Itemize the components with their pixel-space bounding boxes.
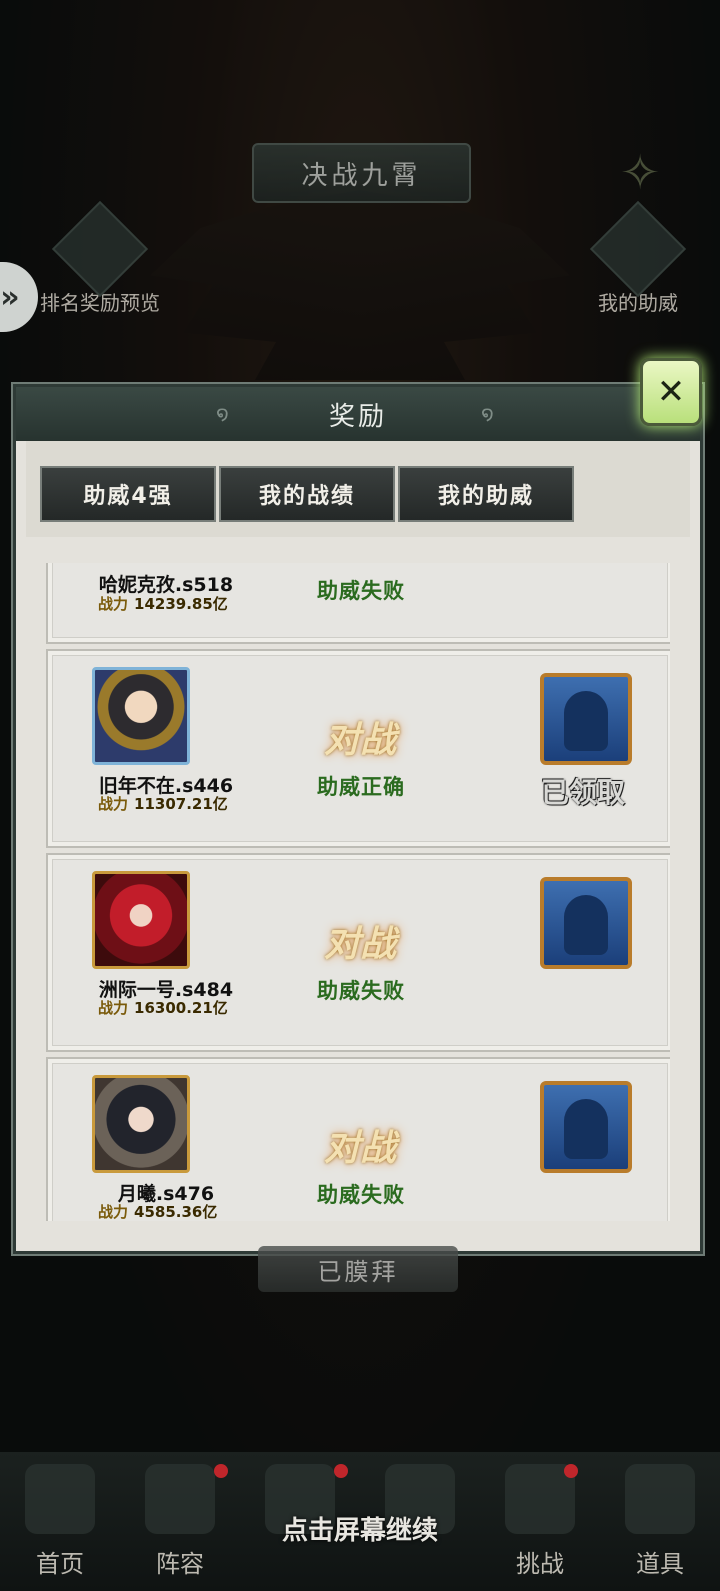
- player-avatar[interactable]: [92, 667, 190, 765]
- notification-dot: [564, 1464, 578, 1478]
- nav-label: 挑战: [516, 1550, 564, 1578]
- power-value: 14239.85亿: [134, 595, 228, 613]
- power-label: 战力: [98, 999, 129, 1017]
- cheer-result: 助威正确: [317, 775, 405, 799]
- player-power: 战力 16300.21亿: [98, 997, 288, 1018]
- reward-modal: ໑ 奖励 ໑ 助威4强 我的战绩 我的助威 哈妮克孜.s518 战力 14239.…: [13, 384, 703, 1254]
- notification-dot: [334, 1464, 348, 1478]
- avatar-frame-icon: [564, 691, 608, 751]
- tap-to-continue-hint[interactable]: 点击屏幕继续: [240, 1510, 480, 1547]
- venerate-button[interactable]: 已膜拜: [258, 1246, 458, 1292]
- nav-label: 阵容: [156, 1550, 204, 1578]
- player-power: 战力 14239.85亿: [98, 593, 288, 614]
- notification-dot: [214, 1464, 228, 1478]
- player-avatar[interactable]: [92, 871, 190, 969]
- chest-icon: [51, 200, 149, 298]
- power-label: 战力: [98, 595, 129, 613]
- player-power: 战力 11307.21亿: [98, 793, 288, 814]
- cheer-result: 助威失败: [317, 1183, 405, 1207]
- tab-my-record[interactable]: 我的战绩: [219, 466, 395, 522]
- list-item: 月曦.s476 战力 4585.36亿 对战 助威失败: [46, 1057, 670, 1221]
- nav-items[interactable]: 道具: [600, 1452, 720, 1591]
- power-value: 11307.21亿: [134, 795, 228, 813]
- rank-reward-preview-button[interactable]: 排名奖励预览: [40, 200, 160, 316]
- power-label: 战力: [98, 1203, 129, 1221]
- swirl-icon: ໑: [481, 401, 497, 425]
- close-icon: ✕: [656, 372, 686, 412]
- swirl-icon: ໑: [216, 401, 232, 425]
- result-list[interactable]: 哈妮克孜.s518 战力 14239.85亿 助威失败 旧年不在.s446 战力 1…: [46, 563, 670, 1221]
- vs-label: 对战: [323, 1127, 396, 1169]
- my-cheer-button[interactable]: 我的助威: [589, 200, 687, 316]
- cheer-result: 助威失败: [317, 979, 405, 1003]
- close-button[interactable]: ✕: [640, 358, 702, 426]
- nav-label: 首页: [36, 1550, 84, 1578]
- list-item: 洲际一号.s484 战力 16300.21亿 对战 助威失败: [46, 853, 670, 1052]
- vs-label: 对战: [323, 719, 396, 761]
- reward-item[interactable]: [540, 877, 632, 969]
- vs-label: 对战: [323, 923, 396, 965]
- avatar-frame-icon: [564, 1099, 608, 1159]
- reward-item[interactable]: [540, 1081, 632, 1173]
- cheer-result: 助威失败: [317, 579, 405, 603]
- reward-item[interactable]: [540, 673, 632, 765]
- claimed-status: 已领取: [540, 776, 625, 809]
- nav-label: 道具: [636, 1550, 684, 1578]
- bag-icon: [625, 1464, 695, 1534]
- power-label: 战力: [98, 795, 129, 813]
- home-icon: [25, 1464, 95, 1534]
- emblem-icon: ✧: [620, 145, 661, 201]
- power-value: 4585.36亿: [134, 1203, 218, 1221]
- flower-icon: [589, 200, 687, 298]
- nav-challenge[interactable]: 挑战: [480, 1452, 600, 1591]
- tab-my-cheer[interactable]: 我的助威: [398, 466, 574, 522]
- modal-title: 奖励: [328, 401, 387, 432]
- lineup-icon: [145, 1464, 215, 1534]
- player-avatar[interactable]: [92, 1075, 190, 1173]
- player-power: 战力 4585.36亿: [98, 1201, 288, 1221]
- page-title: 决战九霄: [252, 143, 471, 203]
- list-item: 旧年不在.s446 战力 11307.21亿 对战 助威正确 已领取: [46, 649, 670, 848]
- list-item: 哈妮克孜.s518 战力 14239.85亿 助威失败: [46, 563, 670, 644]
- tab-cheer-top4[interactable]: 助威4强: [40, 466, 216, 522]
- power-value: 16300.21亿: [134, 999, 228, 1017]
- avatar-frame-icon: [564, 895, 608, 955]
- modal-header: ໑ 奖励 ໑: [16, 387, 700, 441]
- nav-home[interactable]: 首页: [0, 1452, 120, 1591]
